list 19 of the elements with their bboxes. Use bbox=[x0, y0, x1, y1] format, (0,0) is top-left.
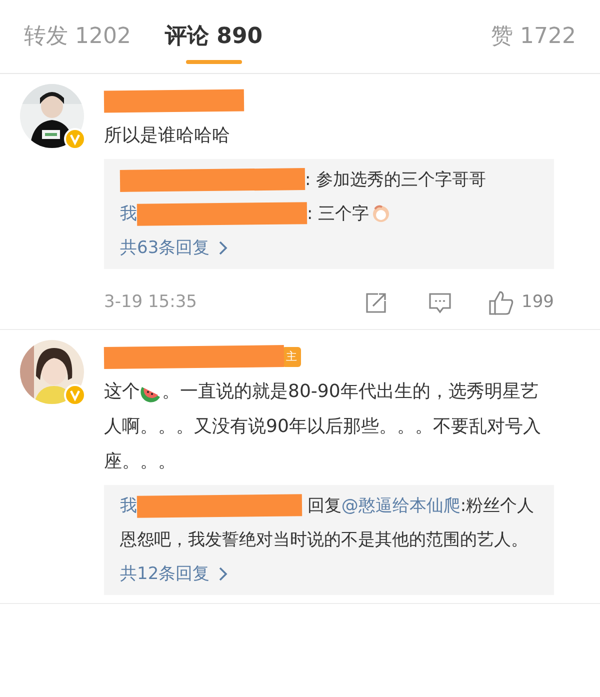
chevron-icon bbox=[218, 567, 228, 581]
chevron-icon bbox=[218, 241, 228, 255]
verified-badge-icon bbox=[64, 384, 86, 406]
reply-text: 我 回复@憨逼给本仙爬:粉丝个人恩怨吧，我发誓绝对当时说的不是其他的范围的艺人。 bbox=[120, 493, 536, 552]
comment-text: 所以是谁哈哈哈 bbox=[104, 124, 231, 148]
tab[interactable]: 评论 890 bbox=[164, 0, 263, 73]
tab[interactable]: 赞 1722 bbox=[491, 0, 576, 73]
reply-text: : 参加选秀的三个字哥哥 bbox=[120, 163, 538, 197]
more-replies-link[interactable]: 共12条回复 bbox=[120, 557, 228, 591]
comment-text: 这个 。一直说的就是80-90年代出生的，选秀明星艺人啊。。。又没有说90年以后那些。。。不要乱对号入座。。。 bbox=[104, 380, 542, 474]
comment-icon[interactable] bbox=[428, 292, 452, 314]
thumbs-up-icon bbox=[488, 290, 514, 316]
like-button[interactable]: 199 bbox=[488, 290, 554, 316]
more-replies-link[interactable]: 共63条回复 bbox=[120, 231, 228, 265]
reply-text: 我 : 三个字 bbox=[120, 197, 538, 231]
tab[interactable]: 转发 1202 bbox=[24, 0, 131, 73]
verified-badge-icon bbox=[64, 128, 86, 150]
comment-time: 3-19 15:35 bbox=[104, 291, 197, 314]
share-icon[interactable] bbox=[364, 291, 388, 315]
